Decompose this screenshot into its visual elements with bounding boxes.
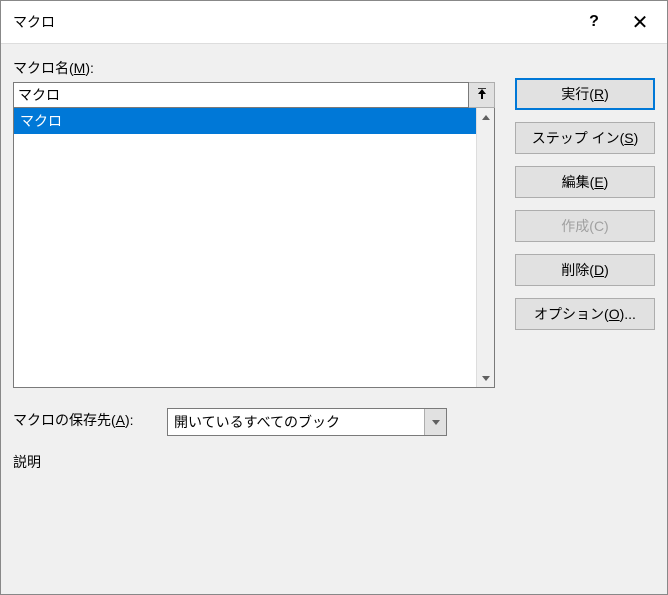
- right-column: 実行(R) ステップ イン(S) 編集(E) 作成(C) 削除(D) オプション…: [515, 58, 655, 388]
- edit-button[interactable]: 編集(E): [515, 166, 655, 198]
- macro-name-input[interactable]: [13, 82, 469, 108]
- list-item[interactable]: マクロ: [14, 108, 476, 134]
- titlebar: マクロ ? ✕: [1, 1, 667, 44]
- reference-button[interactable]: [469, 82, 495, 108]
- run-button[interactable]: 実行(R): [515, 78, 655, 110]
- titlebar-buttons: ? ✕: [571, 7, 663, 37]
- options-button[interactable]: オプション(O)...: [515, 298, 655, 330]
- step-in-button[interactable]: ステップ イン(S): [515, 122, 655, 154]
- save-location-select-wrap: [167, 408, 447, 436]
- macro-dialog: マクロ ? ✕ マクロ名(M):: [0, 0, 668, 595]
- close-button[interactable]: ✕: [617, 7, 663, 37]
- upper-section: マクロ名(M): マクロ: [13, 58, 655, 388]
- dialog-content: マクロ名(M): マクロ: [1, 44, 667, 594]
- macro-listbox[interactable]: マクロ: [14, 108, 476, 387]
- create-button[interactable]: 作成(C): [515, 210, 655, 242]
- delete-button[interactable]: 削除(D): [515, 254, 655, 286]
- save-location-select[interactable]: [167, 408, 447, 436]
- help-button[interactable]: ?: [571, 7, 617, 37]
- scrollbar[interactable]: [476, 108, 494, 387]
- left-column: マクロ名(M): マクロ: [13, 58, 495, 388]
- scroll-down-icon[interactable]: [477, 369, 494, 387]
- save-location-row: マクロの保存先(A):: [13, 408, 655, 436]
- lower-section: マクロの保存先(A): 説明: [13, 408, 655, 472]
- description-label: 説明: [13, 452, 655, 472]
- macro-listbox-wrap: マクロ: [13, 108, 495, 388]
- up-arrow-icon: [476, 87, 488, 103]
- scroll-up-icon[interactable]: [477, 108, 494, 126]
- save-location-label: マクロの保存先(A):: [13, 410, 153, 430]
- dialog-title: マクロ: [13, 12, 55, 32]
- macro-name-row: [13, 82, 495, 108]
- macro-name-label: マクロ名(M):: [13, 58, 495, 78]
